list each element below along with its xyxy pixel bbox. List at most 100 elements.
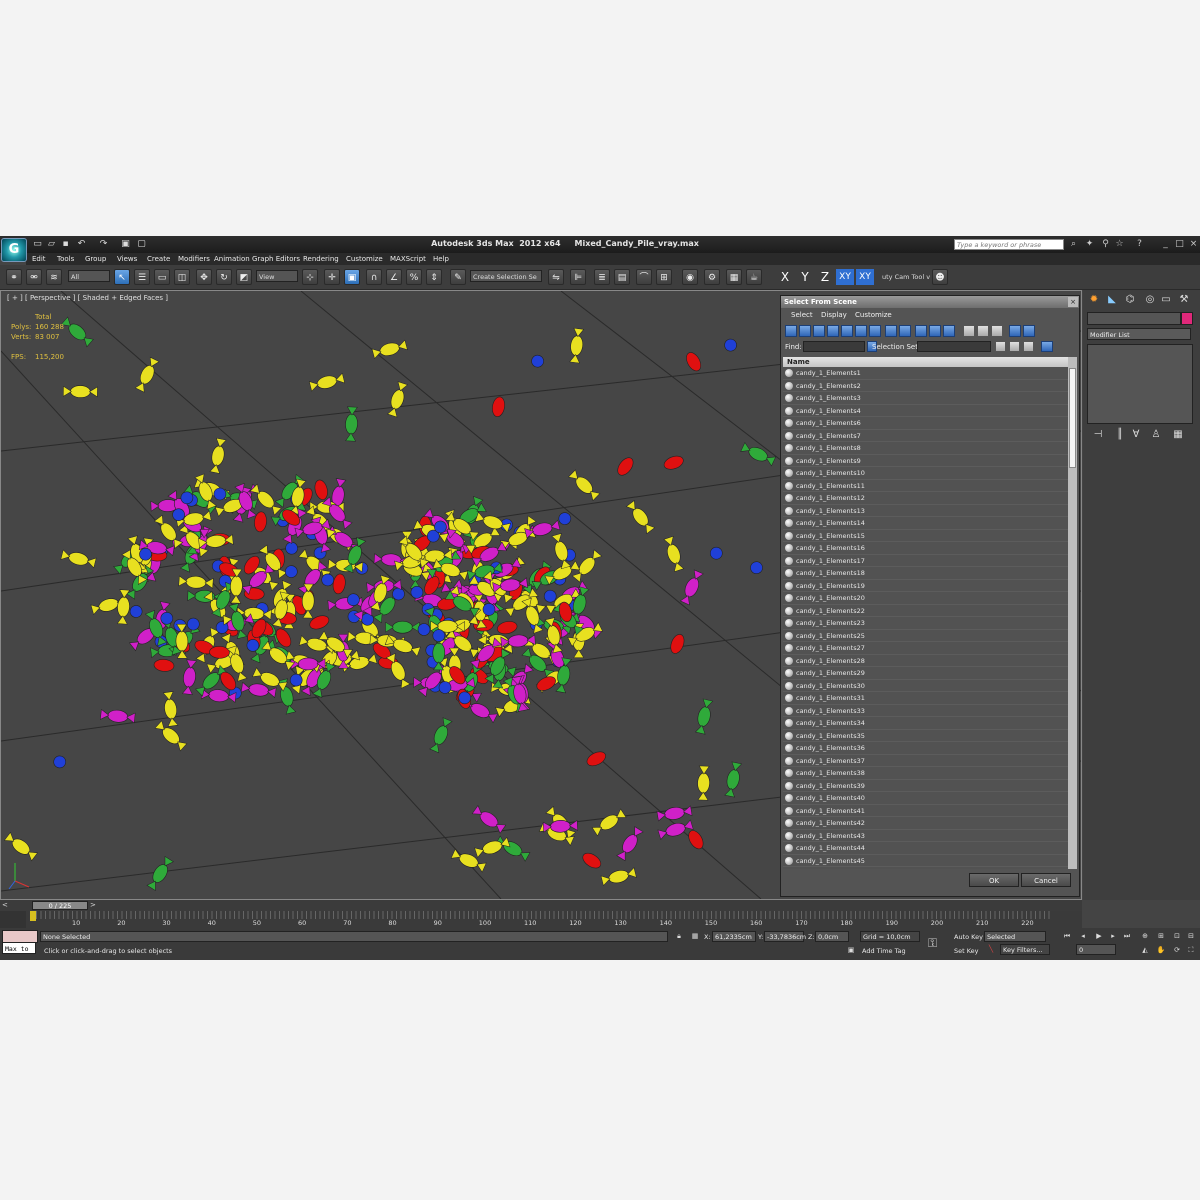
angle-snap-icon[interactable]: ∠ <box>386 269 402 285</box>
filter-options-icon[interactable] <box>1023 325 1035 337</box>
hierarchy-tab-icon[interactable]: ⌬ <box>1123 293 1137 307</box>
list-item[interactable]: candy_1_Elements9 <box>783 455 1068 467</box>
list-item[interactable]: candy_1_Elements14 <box>783 517 1068 530</box>
menu-rendering[interactable]: Rendering <box>303 253 339 265</box>
menu-tools[interactable]: Tools <box>57 253 74 265</box>
project-folder-icon[interactable]: ▣ <box>120 239 131 250</box>
pivot-center-icon[interactable]: ⊹ <box>302 269 318 285</box>
list-item[interactable]: candy_1_Elements45 <box>783 855 1068 867</box>
menu-graph-editors[interactable]: Graph Editors <box>252 253 300 265</box>
undo-icon[interactable]: ↶ <box>76 239 87 250</box>
filter-groups-icon[interactable] <box>869 325 881 337</box>
list-item[interactable]: candy_1_Elements8 <box>783 442 1068 455</box>
list-item[interactable]: candy_1_Elements4 <box>783 405 1068 417</box>
list-item[interactable]: candy_1_Elements36 <box>783 742 1068 755</box>
list-item[interactable]: candy_1_Elements40 <box>783 792 1068 805</box>
list-item[interactable]: candy_1_Elements17 <box>783 555 1068 567</box>
pin-stack-icon[interactable]: ⊣ <box>1091 428 1105 442</box>
list-item[interactable]: candy_1_Elements27 <box>783 642 1068 655</box>
list-item[interactable]: candy_1_Elements34 <box>783 717 1068 730</box>
select-all-icon[interactable] <box>963 325 975 337</box>
binoculars-icon[interactable]: ⌕ <box>1068 239 1079 250</box>
list-item[interactable]: candy_1_Elements30 <box>783 680 1068 692</box>
selset-add-icon[interactable] <box>1009 341 1020 352</box>
favorites-star-icon[interactable]: ☆ <box>1114 239 1125 250</box>
list-item[interactable]: candy_1_Elements18 <box>783 567 1068 580</box>
axis-xy-plane-button[interactable]: XY <box>856 269 874 285</box>
material-editor-icon[interactable]: ◉ <box>682 269 698 285</box>
goto-start-icon[interactable]: ⏮ <box>1062 931 1072 941</box>
zoom-icon[interactable]: ⊕ <box>1140 931 1150 941</box>
list-item[interactable]: candy_1_Elements23 <box>783 617 1068 630</box>
axis-x-button[interactable]: X <box>776 269 794 285</box>
list-item[interactable]: candy_1_Elements41 <box>783 805 1068 817</box>
close-icon[interactable]: × <box>1188 239 1199 250</box>
object-list[interactable]: candy_1_Elements1 candy_1_Elements2 candy_… <box>783 367 1068 869</box>
schematic-view-icon[interactable]: ⊞ <box>656 269 672 285</box>
subscription-icon[interactable]: ✦ <box>1084 239 1095 250</box>
dialog-close-icon[interactable]: × <box>1068 297 1078 307</box>
bind-spacewarp-icon[interactable]: ≋ <box>46 269 62 285</box>
pan-icon[interactable]: ✋ <box>1156 945 1166 955</box>
list-item[interactable]: candy_1_Elements31 <box>783 692 1068 705</box>
spinner-snap-icon[interactable]: ⇕ <box>426 269 442 285</box>
menu-create[interactable]: Create <box>147 253 170 265</box>
transform-type-in-icon[interactable]: ▦ <box>690 931 700 941</box>
new-file-icon[interactable]: ▭ <box>32 239 43 250</box>
render-teapot-icon[interactable]: ☕ <box>746 269 762 285</box>
zoom-extents-all-icon[interactable]: ⊟ <box>1186 931 1196 941</box>
app-logo-icon[interactable]: G <box>1 238 27 262</box>
name-column-header[interactable]: Name <box>783 357 1068 367</box>
create-tab-icon[interactable]: ✹ <box>1087 293 1101 307</box>
list-scrollbar-thumb[interactable] <box>1069 368 1076 468</box>
menu-views[interactable]: Views <box>117 253 137 265</box>
list-item[interactable]: candy_1_Elements28 <box>783 655 1068 667</box>
list-item[interactable]: candy_1_Elements42 <box>783 817 1068 830</box>
graphite-ribbon-icon[interactable]: ▤ <box>614 269 630 285</box>
object-name-field[interactable] <box>1087 312 1181 325</box>
configure-sets-icon[interactable]: ▦ <box>1171 428 1185 442</box>
current-frame-field[interactable]: 0 <box>1076 944 1116 955</box>
link-icon[interactable]: ⚭ <box>6 269 22 285</box>
workspace-icon[interactable]: ▢ <box>136 239 147 250</box>
maximize-icon[interactable]: □ <box>1174 239 1185 250</box>
time-slider[interactable]: < 0 / 225 > <box>0 900 1082 911</box>
viewport-label[interactable]: [ + ] [ Perspective ] [ Shaded + Edged F… <box>7 294 168 302</box>
list-item[interactable]: candy_1_Elements16 <box>783 542 1068 555</box>
open-file-icon[interactable]: ▱ <box>46 239 57 250</box>
snaps-toggle-icon[interactable]: ∩ <box>366 269 382 285</box>
list-item[interactable]: candy_1_Elements2 <box>783 380 1068 392</box>
selection-set-dropdown[interactable] <box>917 341 991 352</box>
selset-create-icon[interactable] <box>995 341 1006 352</box>
save-icon[interactable]: ▪ <box>60 239 71 250</box>
list-item[interactable]: candy_1_Elements25 <box>783 630 1068 642</box>
ok-button[interactable]: OK <box>969 873 1019 887</box>
zoom-extents-icon[interactable]: ⊡ <box>1172 931 1182 941</box>
list-item[interactable]: candy_1_Elements19 <box>783 580 1068 592</box>
filter-shapes-icon[interactable] <box>799 325 811 337</box>
list-item[interactable]: candy_1_Elements3 <box>783 392 1068 405</box>
filter-cameras-icon[interactable] <box>827 325 839 337</box>
dialog-menu-select[interactable]: Select <box>791 310 813 321</box>
select-by-name-icon[interactable]: ☰ <box>134 269 150 285</box>
key-icon[interactable]: ⚿ <box>928 936 937 951</box>
menu-edit[interactable]: Edit <box>32 253 46 265</box>
percent-snap-icon[interactable]: % <box>406 269 422 285</box>
key-filters-button[interactable]: Key Filters... <box>1000 944 1050 955</box>
add-time-tag[interactable]: Add Time Tag <box>862 947 906 955</box>
filter-toggle-icon[interactable] <box>1009 325 1021 337</box>
filter-helpers-icon[interactable] <box>841 325 853 337</box>
mirror-icon[interactable]: ⇋ <box>548 269 564 285</box>
track-bar[interactable]: 10 20 30 40 50 60 70 80 90 100 110 120 130 140 150 160 1… <box>0 911 1082 928</box>
move-icon[interactable]: ✥ <box>196 269 212 285</box>
filter-xrefs-icon[interactable] <box>885 325 897 337</box>
select-none-icon[interactable] <box>977 325 989 337</box>
axis-xy-button[interactable]: XY <box>836 269 854 285</box>
z-coordinate[interactable]: 0,0cm <box>815 931 849 942</box>
named-selection-set-dropdown[interactable]: Create Selection Se <box>470 270 542 282</box>
selset-highlight-icon[interactable] <box>1041 341 1053 352</box>
filter-geometry-icon[interactable] <box>785 325 797 337</box>
utility-skull-icon[interactable]: ☻ <box>932 269 948 285</box>
modifier-stack[interactable] <box>1087 344 1193 424</box>
select-object-icon[interactable]: ↖ <box>114 269 130 285</box>
